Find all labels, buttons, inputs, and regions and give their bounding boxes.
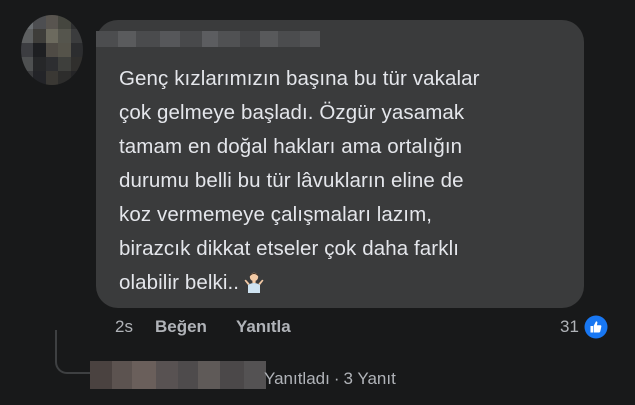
shrug-man-icon bbox=[244, 272, 264, 293]
comment-line: olabilir belki.. bbox=[119, 271, 240, 294]
comment-thread: Genç kızlarımızın başına bu tür vakalar … bbox=[0, 0, 635, 405]
comment-line: tamam en doğal hakları ama ortalığın bbox=[119, 135, 463, 158]
comment-line: durumu belli bu tür lâvukların eline de bbox=[119, 169, 464, 192]
reaction-count: 31 bbox=[560, 317, 579, 336]
comment-actions: 2s Beğen Yanıtla bbox=[115, 316, 291, 338]
comment-text: Genç kızlarımızın başına bu tür vakalar … bbox=[119, 62, 579, 300]
comment-line: birazcık dikkat etseler çok daha farklı bbox=[119, 237, 460, 260]
reply-button[interactable]: Yanıtla bbox=[236, 317, 291, 337]
author-name-blurred[interactable] bbox=[96, 31, 320, 47]
view-replies-link[interactable]: Yanıtladı · 3 Yanıt bbox=[264, 369, 396, 389]
replied-label: Yanıtladı bbox=[264, 369, 330, 388]
thread-connector-line bbox=[55, 330, 95, 374]
replier-name-blurred[interactable] bbox=[90, 361, 266, 389]
comment-line: koz vermemeye çalışmaları lazım, bbox=[119, 203, 433, 226]
comment-line: çok gelmeye başladı. Özgür yasamak bbox=[119, 101, 465, 124]
comment-line: Genç kızlarımızın başına bu tür vakalar bbox=[119, 67, 480, 90]
comment-timestamp[interactable]: 2s bbox=[115, 317, 133, 337]
like-button[interactable]: Beğen bbox=[155, 317, 207, 337]
avatar[interactable] bbox=[21, 15, 83, 85]
replies-count: 3 Yanıt bbox=[343, 369, 396, 388]
like-icon bbox=[584, 315, 608, 339]
reaction-summary[interactable]: 31 bbox=[560, 315, 608, 339]
separator-dot: · bbox=[333, 369, 340, 388]
comment-last-line: olabilir belki.. bbox=[119, 266, 579, 300]
